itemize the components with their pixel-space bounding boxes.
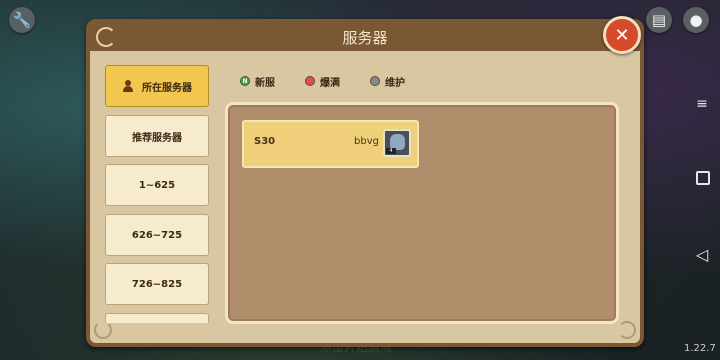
legend-new: N 新服	[240, 74, 275, 89]
server-name: S30	[254, 136, 276, 147]
sidebar-item-range-1[interactable]: 1~625	[105, 164, 209, 206]
sidebar-item-recommended[interactable]: 推荐服务器	[105, 115, 209, 157]
legend-label: 爆满	[320, 77, 340, 89]
sidebar-item-label: 1~625	[138, 179, 176, 191]
sidebar-item-label: 726~825	[131, 278, 183, 290]
legend-full: 爆满	[305, 74, 340, 89]
server-card[interactable]: S30 bbvg 4	[242, 120, 419, 168]
sidebar-item-label: 推荐服务器	[132, 132, 182, 144]
avatar-level: 4	[386, 148, 396, 154]
system-recents-icon[interactable]	[696, 171, 710, 185]
settings-wrench-icon[interactable]: 🔧	[9, 7, 35, 33]
person-icon	[122, 80, 134, 92]
full-server-dot-icon	[305, 76, 315, 86]
server-status-legend: N 新服 爆满 维护	[240, 73, 405, 89]
system-menu-icon[interactable]: ≡	[695, 96, 709, 112]
close-button[interactable]: ✕	[603, 16, 641, 54]
version-label: 1.22.7	[684, 343, 716, 354]
close-icon: ✕	[614, 24, 630, 46]
sidebar-item-label: 所在服务器	[142, 82, 192, 94]
legend-label: 新服	[255, 77, 275, 89]
corner-swirl-icon	[618, 321, 636, 339]
sidebar-item-label: 626~725	[131, 229, 183, 241]
dialog-titlebar: 服务器	[90, 23, 640, 51]
legend-label: 维护	[385, 77, 405, 89]
server-dialog: 服务器 所在服务器 推荐服务器 1~625 626~725 726~825 N …	[86, 19, 644, 347]
menu-list-icon[interactable]: ▤	[646, 7, 672, 33]
new-server-dot-icon: N	[240, 76, 250, 86]
sidebar-item-current-server[interactable]: 所在服务器	[105, 65, 209, 107]
sidebar-item-range-4[interactable]	[105, 313, 209, 323]
sidebar-item-range-2[interactable]: 626~725	[105, 214, 209, 256]
player-name: bbvg	[354, 136, 379, 147]
legend-maintenance: 维护	[370, 74, 405, 89]
corner-swirl-icon	[94, 321, 112, 339]
system-nav-bar: ≡ ◁	[683, 0, 720, 360]
server-group-sidebar: 所在服务器 推荐服务器 1~625 626~725 726~825	[105, 63, 211, 323]
player-avatar: 4	[383, 129, 411, 157]
system-back-icon[interactable]: ◁	[695, 245, 709, 264]
dialog-title: 服务器	[342, 29, 388, 47]
sidebar-item-range-3[interactable]: 726~825	[105, 263, 209, 305]
maintenance-dot-icon	[370, 76, 380, 86]
server-list: S30 bbvg 4	[225, 102, 619, 324]
